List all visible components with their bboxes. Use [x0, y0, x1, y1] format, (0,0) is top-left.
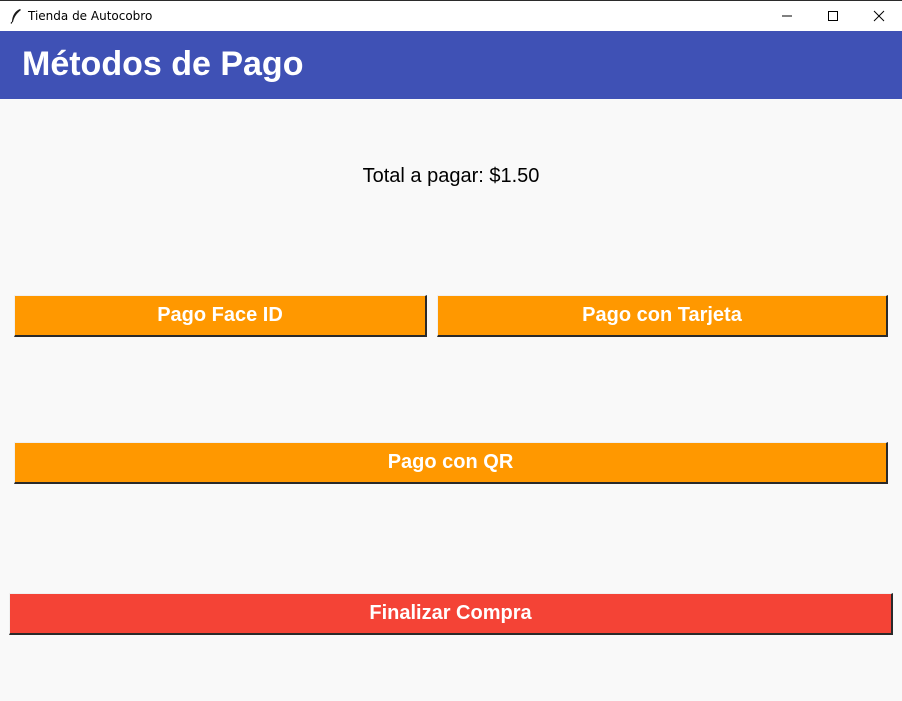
close-button[interactable] — [856, 1, 902, 31]
total-amount: Total a pagar: $1.50 — [362, 165, 540, 187]
close-icon — [873, 10, 885, 22]
maximize-icon — [828, 11, 838, 21]
minimize-button[interactable] — [764, 1, 810, 31]
page-title: Métodos de Pago — [22, 45, 304, 83]
feather-icon — [8, 8, 24, 24]
title-bar[interactable]: Tienda de Autocobro — [0, 1, 902, 31]
finish-purchase-button[interactable]: Finalizar Compra — [9, 593, 893, 635]
maximize-button[interactable] — [810, 1, 856, 31]
page-header: Métodos de Pago — [0, 31, 902, 99]
face-id-payment-button[interactable]: Pago Face ID — [14, 295, 427, 337]
qr-payment-button[interactable]: Pago con QR — [14, 442, 888, 484]
window-controls — [764, 1, 902, 31]
card-payment-button[interactable]: Pago con Tarjeta — [437, 295, 888, 337]
window-title: Tienda de Autocobro — [28, 9, 153, 23]
app-window: Tienda de Autocobro Métodos de Pago Tota… — [0, 0, 902, 701]
minimize-icon — [782, 15, 792, 17]
